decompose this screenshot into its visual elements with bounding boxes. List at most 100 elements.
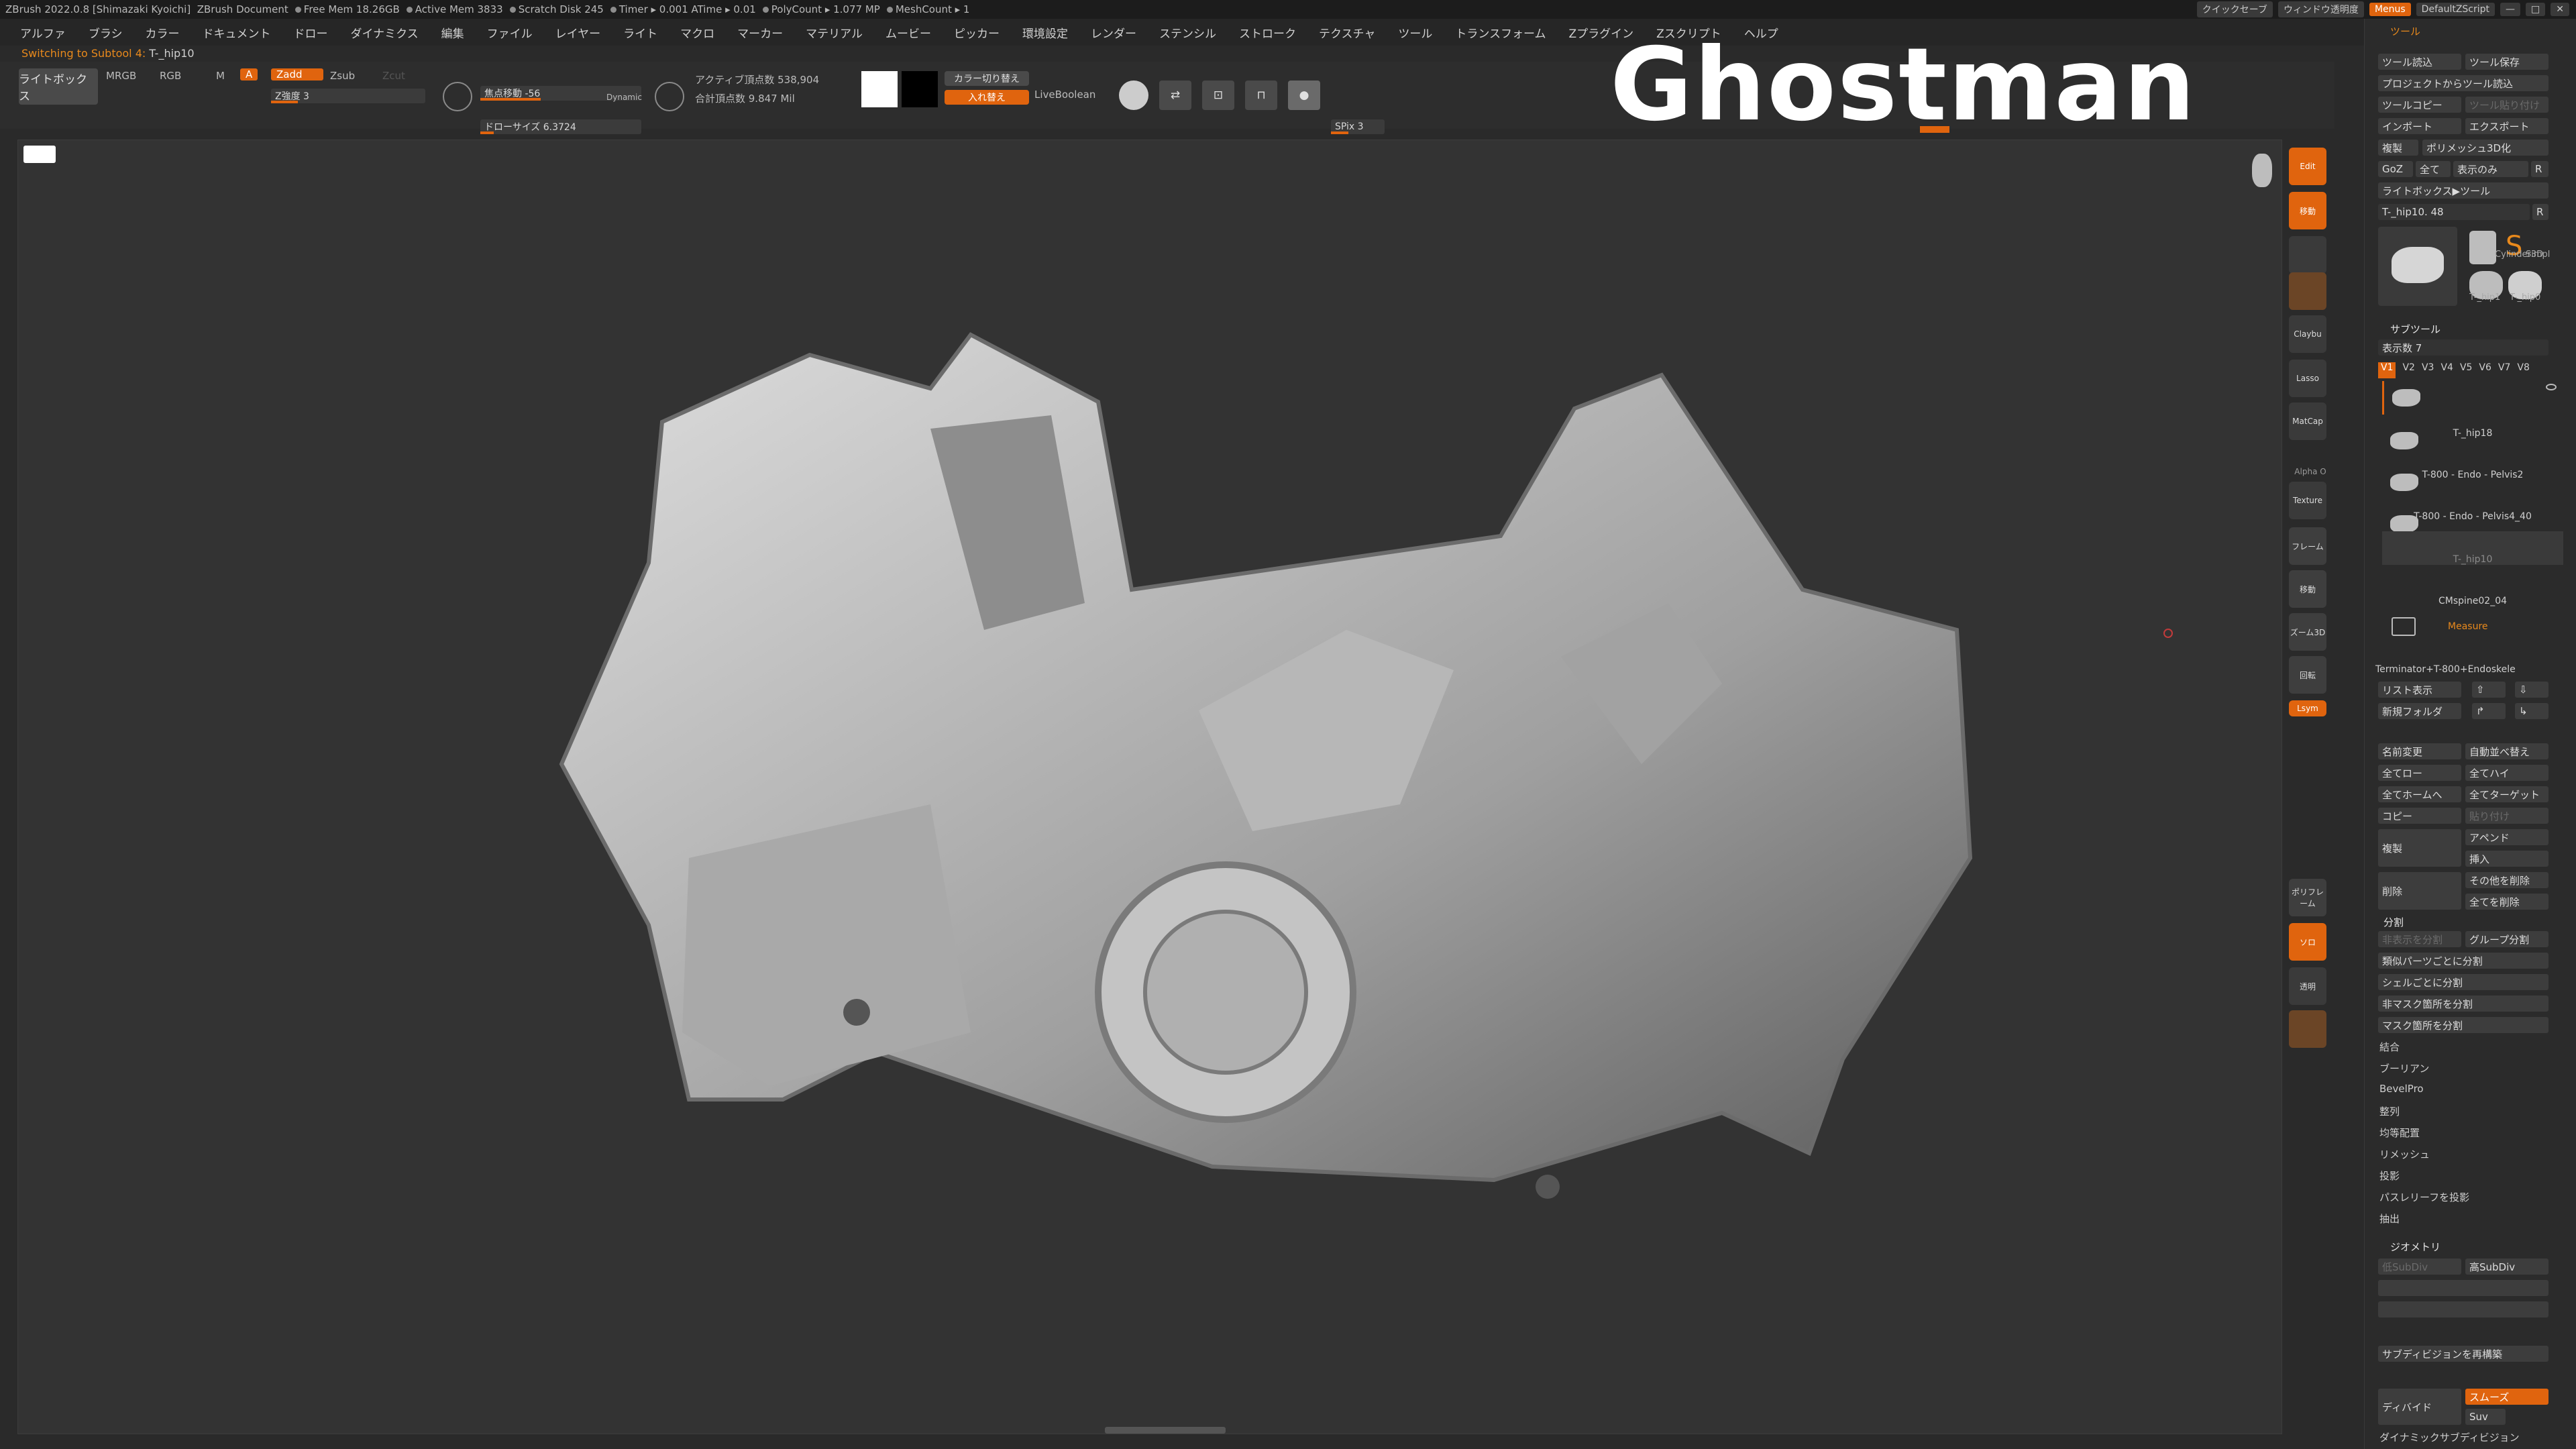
version-tab[interactable]: V8	[2517, 362, 2529, 378]
split-similar-button[interactable]: 類似パーツごとに分割	[2378, 953, 2548, 969]
lasso-icon[interactable]: Lasso	[2289, 360, 2326, 397]
color-switch-button[interactable]: カラー切り替え	[945, 71, 1029, 86]
groups-split-button[interactable]: グループ分割	[2465, 931, 2548, 947]
list-all-button[interactable]: リスト表示	[2378, 682, 2461, 698]
all-low-button[interactable]: 全てロー	[2378, 765, 2461, 781]
delete-other-button[interactable]: その他を削除	[2465, 872, 2548, 888]
m-button[interactable]: M	[216, 70, 225, 82]
menu-item[interactable]: ドロー	[294, 24, 328, 41]
menu-item[interactable]: ストローク	[1239, 24, 1296, 41]
solo-view-icon[interactable]: ソロ	[2289, 923, 2326, 961]
script-button[interactable]: DefaultZScript	[2416, 3, 2496, 16]
floor-grid-icon[interactable]	[23, 146, 56, 163]
symmetry-icon[interactable]	[1119, 80, 1148, 110]
menu-item[interactable]: 環境設定	[1022, 24, 1068, 41]
menu-item[interactable]: ツール	[1398, 24, 1432, 41]
goz-button[interactable]: GoZ	[2378, 161, 2413, 177]
boolean-menu[interactable]: ブーリアン	[2379, 1061, 2429, 1075]
split-shells-button[interactable]: シェルごとに分割	[2378, 974, 2548, 990]
higher-res-button[interactable]: 高SubDiv	[2465, 1258, 2548, 1275]
current-tool-slider[interactable]: T-_hip10. 48	[2378, 204, 2530, 220]
arrow-up-icon[interactable]: ↱	[2472, 703, 2506, 719]
remesh-menu[interactable]: リメッシュ	[2379, 1147, 2430, 1161]
split-hidden-button[interactable]: 非表示を分割	[2378, 931, 2461, 947]
menu-item[interactable]: ステンシル	[1159, 24, 1216, 41]
version-tab[interactable]: V2	[2402, 362, 2414, 378]
version-tab[interactable]: V3	[2422, 362, 2434, 378]
menu-item[interactable]: マーカー	[737, 24, 783, 41]
visible-button[interactable]: 表示のみ	[2453, 161, 2528, 177]
subtool-copy-button[interactable]: コピー	[2378, 808, 2461, 824]
project-bas-relief-menu[interactable]: パスレリーフを投影	[2379, 1190, 2469, 1204]
minimize-icon[interactable]: —	[2500, 3, 2521, 16]
menu-item[interactable]: ファイル	[487, 24, 533, 41]
menus-button[interactable]: Menus	[2369, 3, 2411, 16]
all-button[interactable]: 全て	[2416, 161, 2451, 177]
matcap-icon[interactable]: MatCap	[2289, 402, 2326, 440]
geometry-title[interactable]: ジオメトリ	[2390, 1240, 2440, 1254]
lsym-icon[interactable]: Lsym	[2289, 700, 2326, 716]
tool-load-button[interactable]: ツール読込	[2378, 54, 2461, 70]
main-color-swatch[interactable]	[861, 71, 898, 107]
smooth-toggle[interactable]: スムーズ	[2465, 1389, 2548, 1405]
canvas-viewport[interactable]	[17, 140, 2282, 1434]
zadd-button[interactable]: Zadd	[271, 68, 323, 80]
zsub-button[interactable]: Zsub	[330, 70, 355, 82]
insert-button[interactable]: 挿入	[2465, 851, 2548, 867]
menu-item[interactable]: カラー	[146, 24, 180, 41]
menu-item[interactable]: レイヤー	[555, 24, 601, 41]
move-up-icon[interactable]: ⇧	[2472, 682, 2506, 698]
menu-item[interactable]: マテリアル	[806, 24, 863, 41]
arrow-down-icon[interactable]: ↳	[2515, 703, 2548, 719]
export-button[interactable]: エクスポート	[2465, 118, 2548, 134]
bevelpro-menu[interactable]: BevelPro	[2379, 1083, 2424, 1095]
split-unmasked-button[interactable]: 非マスク箇所を分割	[2378, 996, 2548, 1012]
duplicate-button[interactable]: 複製	[2378, 829, 2461, 867]
menu-item[interactable]: マクロ	[680, 24, 714, 41]
delete-all-button[interactable]: 全てを削除	[2465, 894, 2548, 910]
suv-toggle[interactable]: Suv	[2465, 1409, 2506, 1425]
a-button[interactable]: A	[240, 68, 258, 80]
subtool-item-active[interactable]: T-_hip10	[2382, 531, 2563, 565]
distribute-menu[interactable]: 均等配置	[2379, 1126, 2420, 1140]
new-folder-button[interactable]: 新規フォルダ	[2378, 703, 2461, 719]
divide-button[interactable]: ディバイド	[2378, 1389, 2461, 1425]
menu-item[interactable]: テクスチャ	[1319, 24, 1375, 41]
lock-icon[interactable]: ⊓	[1245, 80, 1277, 110]
secondary-color-swatch[interactable]	[902, 71, 938, 107]
quicksave-button[interactable]: クイックセーブ	[2196, 1, 2273, 17]
maximize-icon[interactable]: □	[2526, 3, 2546, 16]
subtool-item[interactable]: T-800 - Endo - Pelvis4_40	[2382, 488, 2563, 533]
rotate-gizmo-icon[interactable]	[2289, 272, 2326, 310]
visible-count-slider[interactable]: 表示数 7	[2378, 339, 2548, 356]
r-button-2[interactable]: R	[2532, 204, 2548, 220]
dynamic-toggle[interactable]: Dynamic	[606, 93, 642, 102]
subtool-title[interactable]: サブツール	[2390, 322, 2440, 336]
tool-copy-button[interactable]: ツールコピー	[2378, 97, 2461, 113]
subtool-paste-button[interactable]: 貼り付け	[2465, 808, 2548, 824]
tool-paste-button[interactable]: ツール貼り付け	[2465, 97, 2548, 113]
menu-item[interactable]: ムービー	[885, 24, 931, 41]
make-polymesh-button[interactable]: ポリメッシュ3D化	[2422, 140, 2548, 156]
align-menu[interactable]: 整列	[2379, 1104, 2400, 1118]
focal-shift-icon[interactable]	[443, 82, 472, 111]
auto-reorder-button[interactable]: 自動並べ替え	[2465, 743, 2548, 759]
rotate-icon[interactable]: 回転	[2289, 656, 2326, 694]
subdiv-options[interactable]	[2378, 1301, 2548, 1318]
texture-icon[interactable]: Texture	[2289, 482, 2326, 519]
edit-icon[interactable]: Edit	[2289, 148, 2326, 185]
version-tab[interactable]: V1	[2378, 362, 2396, 378]
draw-size-slider[interactable]: ドローサイズ 6.3724	[480, 119, 641, 134]
frame-view-icon[interactable]: フレーム	[2289, 527, 2326, 565]
append-button[interactable]: アペンド	[2465, 829, 2548, 845]
subtool-item[interactable]: T-800 - Endo - Pelvis2	[2382, 447, 2563, 491]
move-down-icon[interactable]: ⇩	[2515, 682, 2548, 698]
import-button[interactable]: インポート	[2378, 118, 2461, 134]
extract-menu[interactable]: 抽出	[2379, 1212, 2400, 1226]
subdiv-level-slider[interactable]	[2378, 1280, 2548, 1296]
project-menu[interactable]: 投影	[2379, 1169, 2400, 1183]
split-masked-button[interactable]: マスク箇所を分割	[2378, 1017, 2548, 1033]
liveboolean-button[interactable]: LiveBoolean	[1034, 89, 1095, 101]
load-from-project-button[interactable]: プロジェクトからツール読込	[2378, 75, 2548, 91]
head-gizmo-icon[interactable]	[2252, 154, 2272, 187]
